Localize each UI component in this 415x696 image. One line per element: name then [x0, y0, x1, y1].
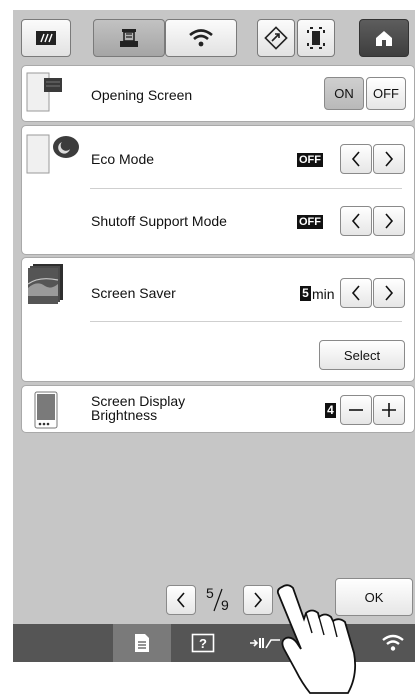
- screen-saver-panel: Screen Saver 5 min Select: [21, 257, 415, 382]
- divider: [90, 321, 402, 322]
- svg-text:?: ?: [199, 636, 207, 651]
- screen-saver-decrease-button[interactable]: [340, 278, 372, 308]
- eco-mode-value: OFF: [297, 153, 323, 167]
- pointing-hand-icon: [276, 584, 357, 694]
- opening-screen-icon: [26, 72, 62, 112]
- document-icon: [135, 634, 149, 652]
- shutoff-support-value: OFF: [297, 215, 323, 229]
- shutoff-support-increase-button[interactable]: [373, 206, 405, 236]
- bottom-tab-settings[interactable]: [113, 624, 171, 662]
- tab-machine[interactable]: [93, 19, 165, 57]
- brightness-value: 4: [325, 403, 336, 418]
- chevron-left-icon: [176, 592, 185, 608]
- tab-wireless[interactable]: [165, 19, 237, 57]
- chevron-right-icon: [385, 285, 394, 301]
- opening-screen-panel: Opening Screen ON OFF: [21, 65, 415, 122]
- screen-saver-value: 5: [300, 286, 311, 301]
- bottom-tab-wireless-status[interactable]: [368, 624, 415, 662]
- settings-screen: Opening Screen ON OFF Eco Mode OFF Shuto…: [13, 10, 415, 662]
- brightness-decrease-button[interactable]: [340, 395, 372, 425]
- machine-icon: [120, 29, 138, 47]
- bottom-tab-help[interactable]: ?: [173, 624, 233, 662]
- top-toolbar: [13, 10, 415, 65]
- divider: [90, 188, 402, 189]
- home-icon: [376, 31, 392, 46]
- frame-icon: [307, 27, 325, 49]
- tab-utility[interactable]: [21, 19, 71, 57]
- brightness-panel: Screen Display Brightness 4: [21, 385, 415, 433]
- brightness-increase-button[interactable]: [373, 395, 405, 425]
- shutoff-support-decrease-button[interactable]: [340, 206, 372, 236]
- eco-mode-increase-button[interactable]: [373, 144, 405, 174]
- total-pages: 9: [221, 597, 229, 613]
- previous-page-button[interactable]: [166, 585, 196, 615]
- display-icon: [34, 391, 58, 429]
- chevron-right-icon: [385, 213, 394, 229]
- opening-screen-on-button[interactable]: ON: [324, 77, 364, 110]
- screen-saver-select-button[interactable]: Select: [319, 340, 405, 370]
- eco-mode-decrease-button[interactable]: [340, 144, 372, 174]
- tab-frame[interactable]: [297, 19, 335, 57]
- utility-icon: [36, 31, 56, 45]
- diamond-arrow-icon: [264, 26, 288, 50]
- minus-icon: [349, 409, 363, 411]
- home-button[interactable]: [359, 19, 409, 57]
- screen-saver-icon: [27, 264, 63, 304]
- opening-screen-off-button[interactable]: OFF: [366, 77, 406, 110]
- wifi-icon: [189, 29, 213, 47]
- tab-embroidery[interactable]: [257, 19, 295, 57]
- screen-saver-label: Screen Saver: [91, 285, 176, 301]
- help-icon: ?: [191, 633, 215, 653]
- eco-mode-icon: [26, 134, 79, 174]
- plus-icon: [382, 403, 396, 417]
- chevron-right-icon: [385, 151, 394, 167]
- screen-saver-increase-button[interactable]: [373, 278, 405, 308]
- opening-screen-label: Opening Screen: [91, 87, 193, 103]
- chevron-left-icon: [351, 213, 360, 229]
- brightness-label-line2: Brightness: [91, 407, 158, 423]
- wifi-icon: [382, 634, 404, 651]
- chevron-left-icon: [351, 285, 360, 301]
- eco-mode-panel: Eco Mode OFF Shutoff Support Mode OFF: [21, 125, 415, 255]
- chevron-left-icon: [351, 151, 360, 167]
- screen-saver-unit: min: [312, 286, 335, 302]
- shutoff-support-label: Shutoff Support Mode: [91, 213, 227, 229]
- eco-mode-label: Eco Mode: [91, 151, 155, 167]
